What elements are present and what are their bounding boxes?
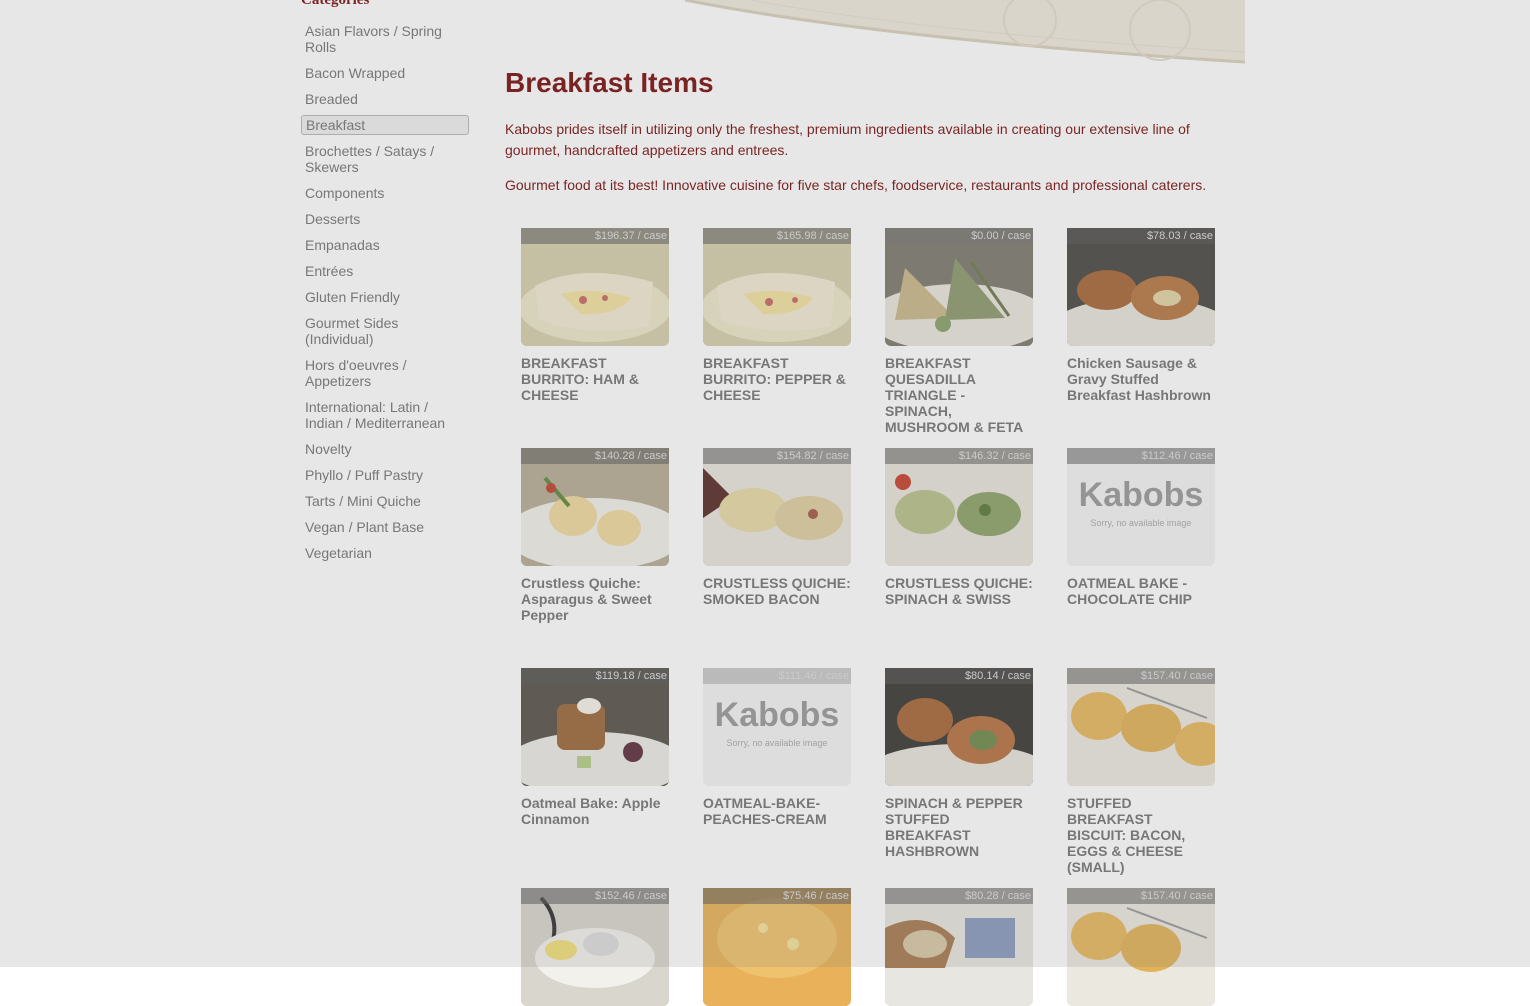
category-empanadas[interactable]: Empanadas xyxy=(301,237,467,253)
category-novelty[interactable]: Novelty xyxy=(301,441,467,457)
category-international[interactable]: International: Latin / Indian / Mediterr… xyxy=(301,399,467,431)
placeholder-note: Sorry, no available image xyxy=(727,738,828,748)
price-tag: $119.18 / case xyxy=(521,668,669,684)
price-tag: $78.03 / case xyxy=(1067,228,1215,244)
price-tag: $0.00 / case xyxy=(885,228,1033,244)
placeholder-note: Sorry, no available image xyxy=(1091,518,1192,528)
product-name[interactable]: STUFFED BREAKFAST BISCUIT: BACON, EGGS &… xyxy=(1067,795,1215,875)
category-bacon-wrapped[interactable]: Bacon Wrapped xyxy=(301,65,467,81)
category-gluten-friendly[interactable]: Gluten Friendly xyxy=(301,289,467,305)
category-breakfast[interactable]: Breakfast xyxy=(301,115,469,135)
product-card[interactable]: $157.40 / case xyxy=(1067,888,1215,1006)
product-card[interactable]: $75.46 / case xyxy=(703,888,851,1006)
price-tag: $165.98 / case xyxy=(703,228,851,244)
category-breaded[interactable]: Breaded xyxy=(301,91,467,107)
product-card[interactable]: $196.37 / case BREAKFAST BURRITO: HAM & … xyxy=(521,228,669,403)
product-name[interactable]: BREAKFAST QUESADILLA TRIANGLE - SPINACH,… xyxy=(885,355,1033,435)
product-name[interactable]: SPINACH & PEPPER STUFFED BREAKFAST HASHB… xyxy=(885,795,1033,859)
price-tag: $112.46 / case xyxy=(1067,448,1215,464)
category-vegetarian[interactable]: Vegetarian xyxy=(301,545,467,561)
product-name[interactable]: OATMEAL BAKE - CHOCOLATE CHIP xyxy=(1067,575,1215,607)
price-tag: $154.82 / case xyxy=(703,448,851,464)
product-name[interactable]: OATMEAL-BAKE-PEACHES-CREAM xyxy=(703,795,851,827)
product-name[interactable]: CRUSTLESS QUICHE: SPINACH & SWISS xyxy=(885,575,1033,607)
price-tag: $146.32 / case xyxy=(885,448,1033,464)
product-name[interactable]: Chicken Sausage & Gravy Stuffed Breakfas… xyxy=(1067,355,1215,403)
category-entrees[interactable]: Entrées xyxy=(301,263,467,279)
product-card[interactable]: $80.28 / case xyxy=(885,888,1033,1006)
product-name[interactable]: BREAKFAST BURRITO: HAM & CHEESE xyxy=(521,355,669,403)
product-card[interactable]: $140.28 / case Crustless Quiche: Asparag… xyxy=(521,448,669,623)
category-brochettes[interactable]: Brochettes / Satays / Skewers xyxy=(301,143,467,175)
product-card[interactable]: $154.82 / case CRUSTLESS QUICHE: SMOKED … xyxy=(703,448,851,607)
category-asian-flavors[interactable]: Asian Flavors / Spring Rolls xyxy=(301,23,467,55)
price-tag: $75.46 / case xyxy=(703,888,851,904)
product-card[interactable]: $165.98 / case BREAKFAST BURRITO: PEPPER… xyxy=(703,228,851,403)
categories-heading: Categories xyxy=(301,0,370,8)
product-card[interactable]: $152.46 / case xyxy=(521,888,669,1006)
placeholder-logo: Kabobs xyxy=(715,696,840,734)
product-image[interactable]: $140.28 / case xyxy=(521,448,669,566)
header-banner xyxy=(470,0,1246,70)
intro-text: Kabobs prides itself in utilizing only t… xyxy=(505,121,1190,158)
product-image[interactable]: $165.98 / case xyxy=(703,228,851,346)
category-hors-doeuvres[interactable]: Hors d'oeuvres / Appetizers xyxy=(301,357,467,389)
product-card[interactable]: $119.18 / case Oatmeal Bake: Apple Cinna… xyxy=(521,668,669,827)
no-image-placeholder[interactable]: Kabobs Sorry, no available image $112.46 … xyxy=(1067,448,1215,566)
product-image[interactable]: $196.37 / case xyxy=(521,228,669,346)
product-name[interactable]: Crustless Quiche: Asparagus & Sweet Pepp… xyxy=(521,575,669,623)
product-card[interactable]: Kabobs Sorry, no available image $112.46 … xyxy=(1067,448,1215,607)
tagline-text: Gourmet food at its best! Innovative cui… xyxy=(505,177,1207,193)
product-image[interactable]: $146.32 / case xyxy=(885,448,1033,566)
placeholder-logo: Kabobs xyxy=(1079,476,1204,514)
category-vegan[interactable]: Vegan / Plant Base xyxy=(301,519,467,535)
product-image[interactable]: $80.28 / case xyxy=(885,888,1033,1006)
product-image[interactable]: $75.46 / case xyxy=(703,888,851,1006)
product-card[interactable]: $0.00 / case BREAKFAST QUESADILLA TRIANG… xyxy=(885,228,1033,435)
product-name[interactable]: CRUSTLESS QUICHE: SMOKED BACON xyxy=(703,575,851,607)
product-image[interactable]: $119.18 / case xyxy=(521,668,669,786)
product-card[interactable]: $80.14 / case SPINACH & PEPPER STUFFED B… xyxy=(885,668,1033,859)
price-tag: $152.46 / case xyxy=(521,888,669,904)
no-image-placeholder[interactable]: Kabobs Sorry, no available image $111.46 … xyxy=(703,668,851,786)
price-tag: $80.28 / case xyxy=(885,888,1033,904)
page-title: Breakfast Items xyxy=(505,67,714,98)
price-tag: $157.40 / case xyxy=(1067,888,1215,904)
product-image[interactable]: $80.14 / case xyxy=(885,668,1033,786)
price-tag: $196.37 / case xyxy=(521,228,669,244)
product-image[interactable]: $157.40 / case xyxy=(1067,668,1215,786)
product-name[interactable]: Oatmeal Bake: Apple Cinnamon xyxy=(521,795,669,827)
product-card[interactable]: $146.32 / case CRUSTLESS QUICHE: SPINACH… xyxy=(885,448,1033,607)
product-image[interactable]: $157.40 / case xyxy=(1067,888,1215,1006)
category-components[interactable]: Components xyxy=(301,185,467,201)
category-desserts[interactable]: Desserts xyxy=(301,211,467,227)
product-card[interactable]: $157.40 / case STUFFED BREAKFAST BISCUIT… xyxy=(1067,668,1215,875)
price-tag: $140.28 / case xyxy=(521,448,669,464)
price-tag: $80.14 / case xyxy=(885,668,1033,684)
product-name[interactable]: BREAKFAST BURRITO: PEPPER & CHEESE xyxy=(703,355,851,403)
product-image[interactable]: $0.00 / case xyxy=(885,228,1033,346)
price-tag: $111.46 / case xyxy=(703,668,851,684)
category-gourmet-sides[interactable]: Gourmet Sides (Individual) xyxy=(301,315,467,347)
product-card[interactable]: Kabobs Sorry, no available image $111.46 … xyxy=(703,668,851,827)
price-tag: $157.40 / case xyxy=(1067,668,1215,684)
category-tarts[interactable]: Tarts / Mini Quiche xyxy=(301,493,467,509)
product-image[interactable]: $152.46 / case xyxy=(521,888,669,1006)
product-image[interactable]: $78.03 / case xyxy=(1067,228,1215,346)
product-card[interactable]: $78.03 / case Chicken Sausage & Gravy St… xyxy=(1067,228,1215,403)
category-phyllo[interactable]: Phyllo / Puff Pastry xyxy=(301,467,467,483)
product-image[interactable]: $154.82 / case xyxy=(703,448,851,566)
